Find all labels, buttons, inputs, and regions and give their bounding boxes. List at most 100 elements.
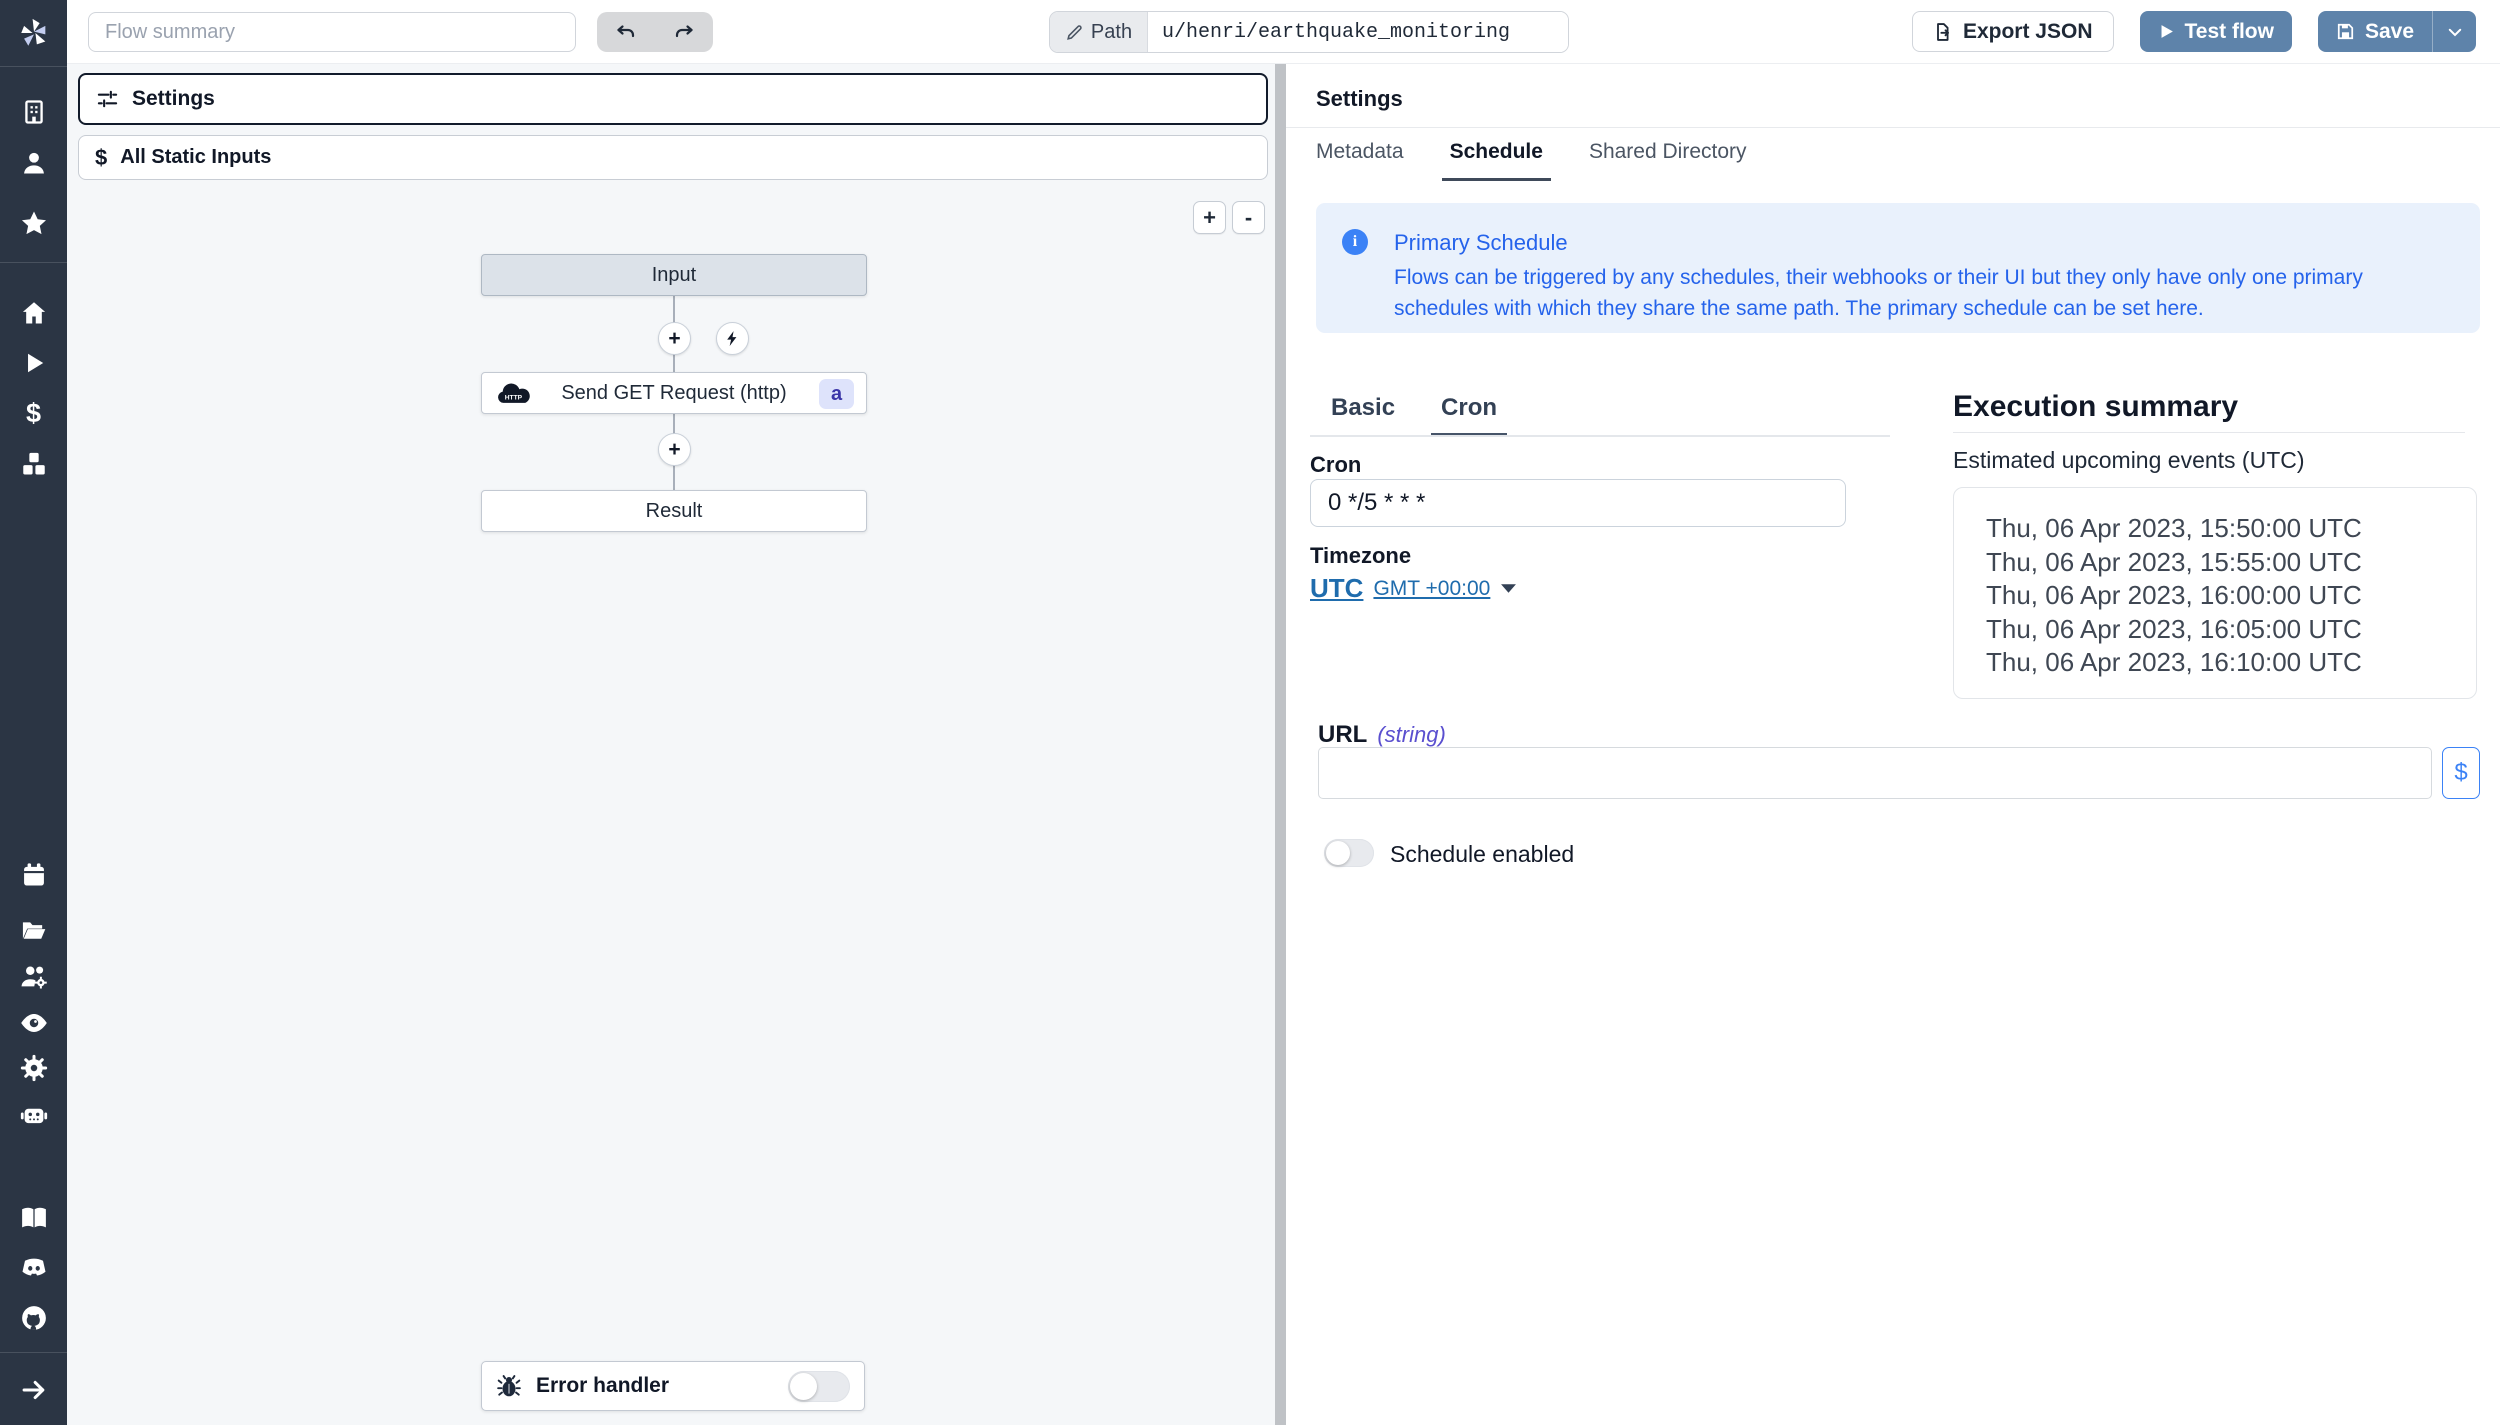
cron-label: Cron <box>1310 452 1361 478</box>
settings-panel-title: Settings <box>1316 86 1403 112</box>
bug-icon <box>496 1373 522 1399</box>
upcoming-events-label: Estimated upcoming events (UTC) <box>1953 447 2305 474</box>
tab-basic[interactable]: Basic <box>1331 394 1395 436</box>
error-handler-toggle[interactable] <box>788 1371 850 1402</box>
redo-button[interactable] <box>655 12 713 52</box>
divider <box>1953 432 2465 433</box>
export-json-button[interactable]: Export JSON <box>1912 11 2114 52</box>
schedule-mode-tabs: Basic Cron <box>1331 394 1497 436</box>
save-split-button: Save <box>2318 11 2476 52</box>
sidebar-item-favorites-star-icon[interactable] <box>0 209 67 239</box>
test-flow-button[interactable]: Test flow <box>2140 11 2292 52</box>
schedule-enabled-label: Schedule enabled <box>1390 841 1574 868</box>
windmill-logo-icon[interactable] <box>0 14 67 52</box>
play-icon <box>2158 23 2175 40</box>
sidebar-item-groups-users-gear-icon[interactable] <box>0 962 67 992</box>
sidebar-item-discord-icon[interactable] <box>0 1253 67 1283</box>
flow-summary-input[interactable] <box>88 12 576 52</box>
schedule-enabled-toggle[interactable] <box>1324 839 1374 867</box>
path-input[interactable] <box>1148 12 1568 52</box>
sidebar-divider <box>0 66 67 67</box>
add-step-button[interactable]: + <box>658 322 691 355</box>
sidebar-item-workspace[interactable] <box>0 97 67 127</box>
undo-redo-group <box>597 12 713 52</box>
sidebar-item-variables-dollar-icon[interactable]: $ <box>0 398 67 428</box>
flow-node-input[interactable]: Input <box>481 254 867 296</box>
http-cloud-icon: HTTP <box>495 382 533 406</box>
cron-input[interactable] <box>1310 479 1846 527</box>
path-label: Path <box>1050 12 1148 52</box>
pencil-icon <box>1065 23 1084 42</box>
sidebar-item-folders-icon[interactable] <box>0 915 67 945</box>
insert-variable-button[interactable]: $ <box>2442 747 2480 799</box>
sidebar: $ <box>0 0 67 1425</box>
step-id-badge: a <box>819 379 854 409</box>
path-field: Path <box>1049 11 1569 53</box>
export-icon <box>1933 22 1953 42</box>
plus-icon: + <box>668 327 680 351</box>
info-title: Primary Schedule <box>1394 230 1568 256</box>
chevron-down-icon <box>2446 23 2464 41</box>
timezone-value: UTC <box>1310 573 1363 604</box>
plus-icon: + <box>668 438 680 462</box>
sidebar-divider <box>0 1352 67 1353</box>
sidebar-item-workers-robot-icon[interactable] <box>0 1100 67 1130</box>
sidebar-item-schedules-calendar-icon[interactable] <box>0 860 67 890</box>
add-step-button[interactable]: + <box>658 433 691 466</box>
save-button[interactable]: Save <box>2318 11 2432 52</box>
event-row: Thu, 06 Apr 2023, 16:05:00 UTC <box>1986 613 2476 647</box>
tab-shared-directory[interactable]: Shared Directory <box>1589 140 1747 181</box>
sidebar-item-audit-eye-icon[interactable] <box>0 1008 67 1038</box>
primary-schedule-info-box: i Primary Schedule Flows can be triggere… <box>1316 203 2480 333</box>
save-icon <box>2336 22 2355 41</box>
error-handler-node[interactable]: Error handler <box>481 1361 865 1411</box>
tab-cron[interactable]: Cron <box>1431 394 1507 436</box>
sidebar-item-github-icon[interactable] <box>0 1303 67 1333</box>
divider <box>1286 127 2500 128</box>
sidebar-collapse-arrow-right-icon[interactable] <box>0 1375 67 1405</box>
trigger-bolt-button[interactable] <box>716 322 749 355</box>
flow-settings-box[interactable]: Settings <box>78 73 1268 125</box>
windmill-flow-editor: $ <box>0 0 2500 1425</box>
event-row: Thu, 06 Apr 2023, 15:55:00 UTC <box>1986 546 2476 580</box>
sidebar-item-settings-gear-icon[interactable] <box>0 1053 67 1083</box>
tab-metadata[interactable]: Metadata <box>1316 140 1404 181</box>
sidebar-item-home-icon[interactable] <box>0 298 67 328</box>
settings-panel: Settings Metadata Schedule Shared Direct… <box>1286 64 2500 1425</box>
zoom-out-button[interactable]: - <box>1232 201 1265 234</box>
event-row: Thu, 06 Apr 2023, 16:00:00 UTC <box>1986 579 2476 613</box>
flow-graph-panel: Settings $ All Static Inputs + - Input +… <box>67 64 1275 1425</box>
sidebar-item-runs-play-icon[interactable] <box>0 348 67 378</box>
divider <box>1310 435 1890 437</box>
undo-button[interactable] <box>597 12 655 52</box>
timezone-select[interactable]: UTC GMT +00:00 <box>1310 573 1517 604</box>
dollar-icon: $ <box>95 145 107 171</box>
panel-splitter[interactable] <box>1275 64 1286 1425</box>
timezone-label: Timezone <box>1310 543 1411 569</box>
settings-tabs: Metadata Schedule Shared Directory <box>1316 140 1747 181</box>
save-dropdown-button[interactable] <box>2432 11 2476 52</box>
url-input[interactable] <box>1318 747 2432 799</box>
upcoming-events-list: Thu, 06 Apr 2023, 15:50:00 UTC Thu, 06 A… <box>1953 487 2477 699</box>
sidebar-item-docs-book-icon[interactable] <box>0 1203 67 1233</box>
execution-summary-title: Execution summary <box>1953 390 2238 424</box>
zoom-in-button[interactable]: + <box>1193 201 1226 234</box>
all-static-inputs-box[interactable]: $ All Static Inputs <box>78 135 1268 180</box>
event-row: Thu, 06 Apr 2023, 16:10:00 UTC <box>1986 646 2476 680</box>
sliders-icon <box>96 88 119 111</box>
flow-node-result[interactable]: Result <box>481 490 867 532</box>
svg-text:HTTP: HTTP <box>505 395 523 402</box>
sidebar-item-user[interactable] <box>0 148 67 178</box>
url-label: URL(string) <box>1318 721 1446 749</box>
url-type-hint: (string) <box>1377 722 1445 747</box>
sidebar-divider <box>0 262 67 263</box>
tab-schedule[interactable]: Schedule <box>1442 140 1551 181</box>
topbar: Path Export JSON Test flow Save <box>67 0 2500 64</box>
caret-down-icon <box>1500 582 1517 595</box>
flow-node-http-step[interactable]: HTTP Send GET Request (http) a <box>481 372 867 414</box>
timezone-offset: GMT +00:00 <box>1373 577 1490 601</box>
event-row: Thu, 06 Apr 2023, 15:50:00 UTC <box>1986 512 2476 546</box>
sidebar-item-resources-cubes-icon[interactable] <box>0 449 67 479</box>
info-body: Flows can be triggered by any schedules,… <box>1394 262 2460 324</box>
info-icon: i <box>1342 229 1368 255</box>
